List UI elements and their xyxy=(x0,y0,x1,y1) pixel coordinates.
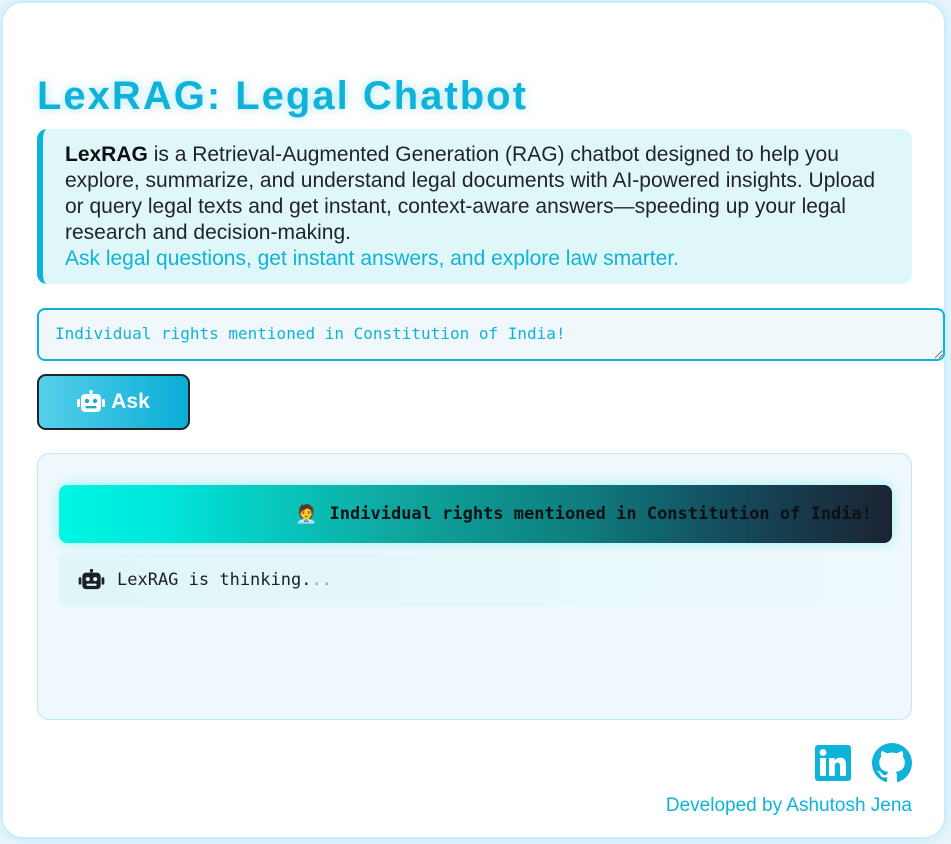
robot-icon xyxy=(77,390,106,414)
user-message: 🧑‍💼 Individual rights mentioned in Const… xyxy=(59,485,892,543)
linkedin-icon[interactable] xyxy=(815,745,851,781)
intro-description: is a Retrieval-Augmented Generation (RAG… xyxy=(65,143,876,244)
user-message-text: Individual rights mentioned in Constitut… xyxy=(329,504,872,524)
person-emoji-icon: 🧑‍💼 xyxy=(295,503,318,525)
bot-message-text: LexRAG is thinking. xyxy=(117,570,312,590)
robot-icon xyxy=(78,569,105,591)
intro-brand: LexRAG xyxy=(65,143,148,166)
bot-message: LexRAG is thinking... xyxy=(59,553,892,607)
page-title: LexRAG: Legal Chatbot xyxy=(37,74,528,118)
github-icon[interactable] xyxy=(872,743,912,783)
ask-button[interactable]: Ask xyxy=(37,374,190,430)
intro-tagline: Ask legal questions, get instant answers… xyxy=(65,247,679,270)
ask-button-label: Ask xyxy=(111,390,150,413)
chat-panel: 🧑‍💼 Individual rights mentioned in Const… xyxy=(37,453,912,720)
thinking-dots: .. xyxy=(311,570,332,590)
developer-credit: Developed by Ashutosh Jena xyxy=(665,795,912,816)
intro-box: LexRAG is a Retrieval-Augmented Generati… xyxy=(37,129,912,284)
query-input[interactable] xyxy=(37,308,945,361)
